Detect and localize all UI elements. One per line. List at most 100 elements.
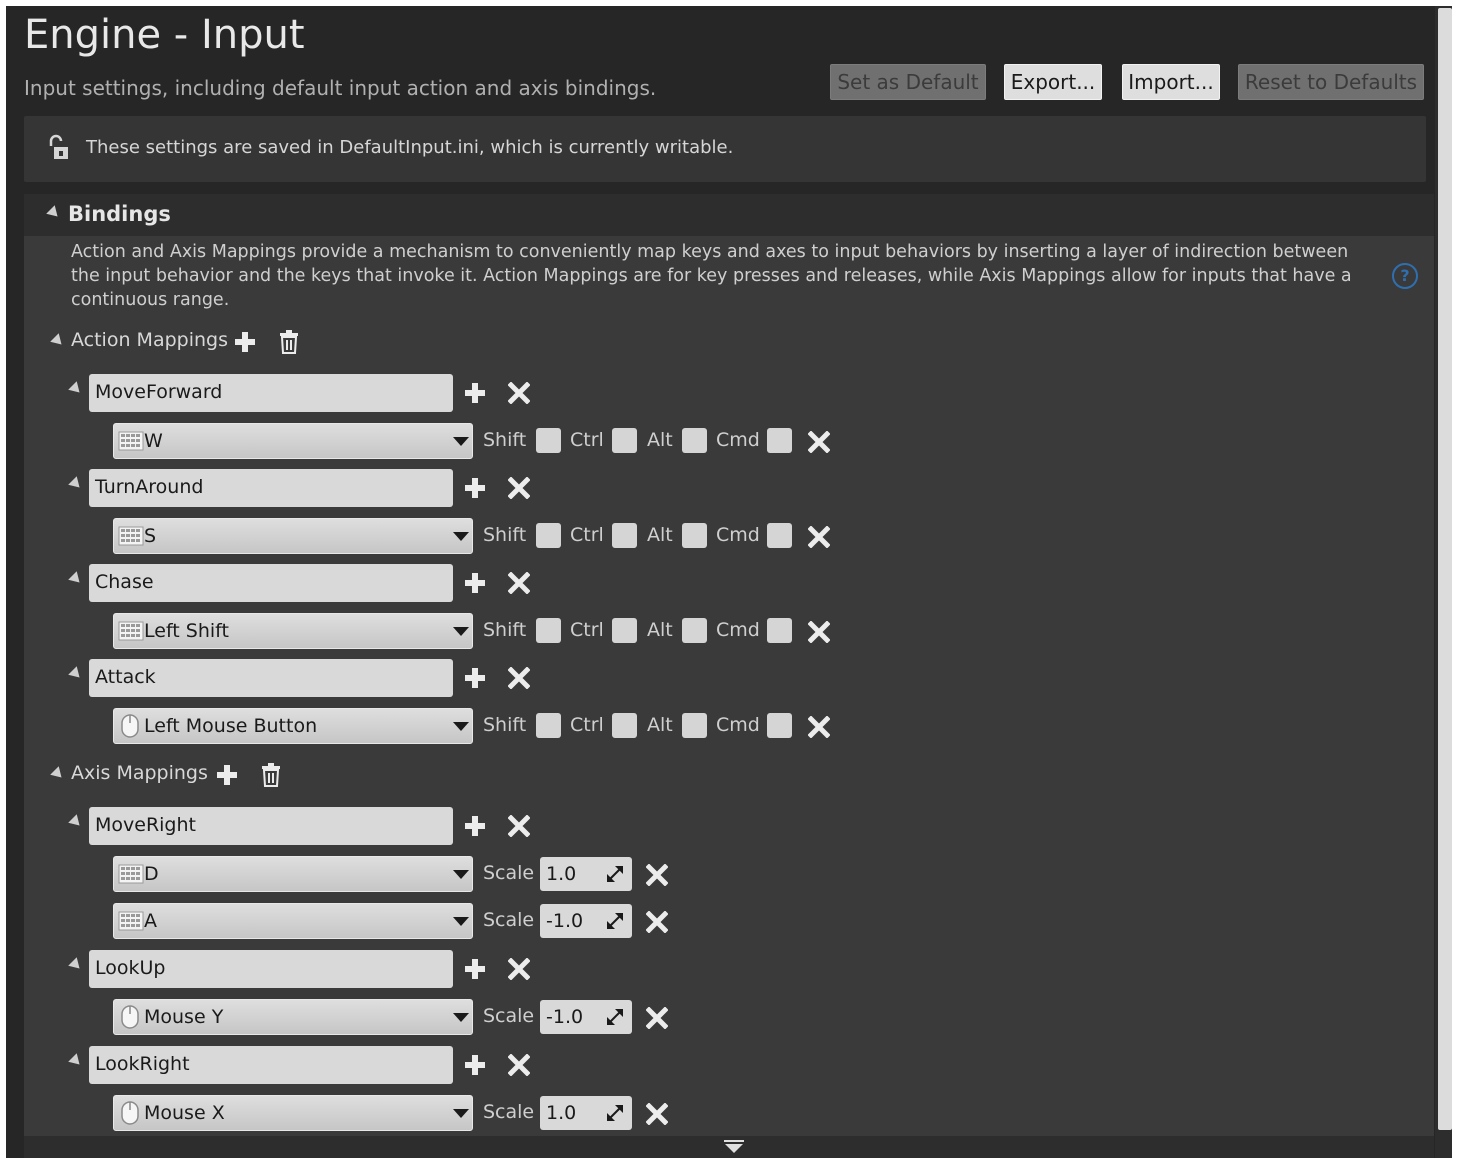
clear-action-mappings-icon[interactable] xyxy=(279,330,299,354)
axis-name-field[interactable]: LookRight xyxy=(89,1046,453,1084)
key-select[interactable]: A xyxy=(113,903,473,939)
axis-name-field[interactable]: MoveRight xyxy=(89,807,453,845)
collapse-arrow-icon[interactable] xyxy=(46,205,62,221)
alt-checkbox[interactable] xyxy=(682,713,707,738)
key-select[interactable]: W xyxy=(113,423,473,459)
cmd-checkbox[interactable] xyxy=(767,618,792,643)
scale-value: -1.0 xyxy=(546,910,584,932)
key-select[interactable]: Mouse Y xyxy=(113,999,473,1035)
keyboard-icon xyxy=(118,431,144,451)
dropdown-arrow-icon[interactable] xyxy=(453,532,469,541)
dropdown-arrow-icon[interactable] xyxy=(453,917,469,926)
ctrl-checkbox[interactable] xyxy=(612,713,637,738)
key-select[interactable]: Left Mouse Button xyxy=(113,708,473,744)
axis-name-field[interactable]: LookUp xyxy=(89,950,453,988)
add-key-icon[interactable] xyxy=(464,667,486,689)
dropdown-arrow-icon[interactable] xyxy=(453,437,469,446)
scale-input[interactable]: -1.0 xyxy=(540,1000,632,1034)
remove-key-icon[interactable] xyxy=(646,864,668,886)
key-select[interactable]: D xyxy=(113,856,473,892)
key-label: A xyxy=(144,910,157,932)
cmd-checkbox[interactable] xyxy=(767,523,792,548)
remove-mapping-icon[interactable] xyxy=(508,1054,530,1076)
remove-mapping-icon[interactable] xyxy=(508,815,530,837)
remove-mapping-icon[interactable] xyxy=(508,572,530,594)
keyboard-icon xyxy=(118,864,144,884)
shift-label: Shift xyxy=(483,429,527,451)
add-key-icon[interactable] xyxy=(464,572,486,594)
spin-drag-icon[interactable] xyxy=(606,1104,624,1122)
add-key-icon[interactable] xyxy=(464,477,486,499)
remove-key-icon[interactable] xyxy=(646,911,668,933)
remove-key-icon[interactable] xyxy=(808,431,830,453)
scale-input[interactable]: 1.0 xyxy=(540,1096,632,1130)
action-name-field[interactable]: TurnAround xyxy=(89,469,453,507)
axis-mappings-label: Axis Mappings xyxy=(71,762,208,784)
add-action-mapping-icon[interactable] xyxy=(234,331,256,353)
help-icon[interactable]: ? xyxy=(1392,263,1418,289)
spin-drag-icon[interactable] xyxy=(606,865,624,883)
bindings-title: Bindings xyxy=(68,202,171,226)
scale-input[interactable]: 1.0 xyxy=(540,857,632,891)
remove-mapping-icon[interactable] xyxy=(508,958,530,980)
key-select[interactable]: S xyxy=(113,518,473,554)
dropdown-arrow-icon[interactable] xyxy=(453,870,469,879)
action-name-field[interactable]: Chase xyxy=(89,564,453,602)
scrollbar-thumb[interactable] xyxy=(1438,8,1452,1130)
action-name-field[interactable]: Attack xyxy=(89,659,453,697)
spin-drag-icon[interactable] xyxy=(606,912,624,930)
reset-to-defaults-button[interactable]: Reset to Defaults xyxy=(1238,64,1424,100)
keyboard-icon xyxy=(118,911,144,931)
remove-key-icon[interactable] xyxy=(808,716,830,738)
scrollbar[interactable] xyxy=(1435,6,1452,1158)
add-key-icon[interactable] xyxy=(464,1054,486,1076)
bindings-category-header[interactable]: Bindings xyxy=(24,194,1434,236)
dropdown-arrow-icon[interactable] xyxy=(453,1109,469,1118)
shift-checkbox[interactable] xyxy=(536,618,561,643)
add-key-icon[interactable] xyxy=(464,815,486,837)
clear-axis-mappings-icon[interactable] xyxy=(261,763,281,787)
remove-key-icon[interactable] xyxy=(808,621,830,643)
export-button[interactable]: Export... xyxy=(1004,64,1102,100)
scale-value: 1.0 xyxy=(546,1102,577,1124)
dropdown-arrow-icon[interactable] xyxy=(453,1013,469,1022)
dropdown-arrow-icon[interactable] xyxy=(453,722,469,731)
scale-input[interactable]: -1.0 xyxy=(540,904,632,938)
set-as-default-button[interactable]: Set as Default xyxy=(830,64,986,100)
remove-mapping-icon[interactable] xyxy=(508,477,530,499)
remove-key-icon[interactable] xyxy=(646,1007,668,1029)
cmd-checkbox[interactable] xyxy=(767,713,792,738)
shift-checkbox[interactable] xyxy=(536,428,561,453)
page-title: Engine - Input xyxy=(24,12,305,58)
remove-mapping-icon[interactable] xyxy=(508,382,530,404)
action-name-field[interactable]: MoveForward xyxy=(89,374,453,412)
add-key-icon[interactable] xyxy=(464,382,486,404)
ctrl-checkbox[interactable] xyxy=(612,618,637,643)
keyboard-icon xyxy=(118,526,144,546)
key-select[interactable]: Left Shift xyxy=(113,613,473,649)
scale-label: Scale xyxy=(483,1101,535,1123)
add-key-icon[interactable] xyxy=(464,958,486,980)
expand-down-icon[interactable] xyxy=(724,1140,744,1154)
alt-checkbox[interactable] xyxy=(682,523,707,548)
dropdown-arrow-icon[interactable] xyxy=(453,627,469,636)
shift-checkbox[interactable] xyxy=(536,713,561,738)
cmd-label: Cmd xyxy=(716,524,760,546)
shift-checkbox[interactable] xyxy=(536,523,561,548)
remove-mapping-icon[interactable] xyxy=(508,667,530,689)
ctrl-checkbox[interactable] xyxy=(612,523,637,548)
key-select[interactable]: Mouse X xyxy=(113,1095,473,1131)
cmd-checkbox[interactable] xyxy=(767,428,792,453)
remove-key-icon[interactable] xyxy=(646,1103,668,1125)
alt-checkbox[interactable] xyxy=(682,428,707,453)
import-button[interactable]: Import... xyxy=(1122,64,1220,100)
alt-checkbox[interactable] xyxy=(682,618,707,643)
ctrl-checkbox[interactable] xyxy=(612,428,637,453)
spin-drag-icon[interactable] xyxy=(606,1008,624,1026)
mouse-icon xyxy=(121,1101,139,1125)
shift-label: Shift xyxy=(483,619,527,641)
add-axis-mapping-icon[interactable] xyxy=(216,764,238,786)
remove-key-icon[interactable] xyxy=(808,526,830,548)
bindings-description: Action and Axis Mappings provide a mecha… xyxy=(71,242,1352,310)
shift-label: Shift xyxy=(483,524,527,546)
